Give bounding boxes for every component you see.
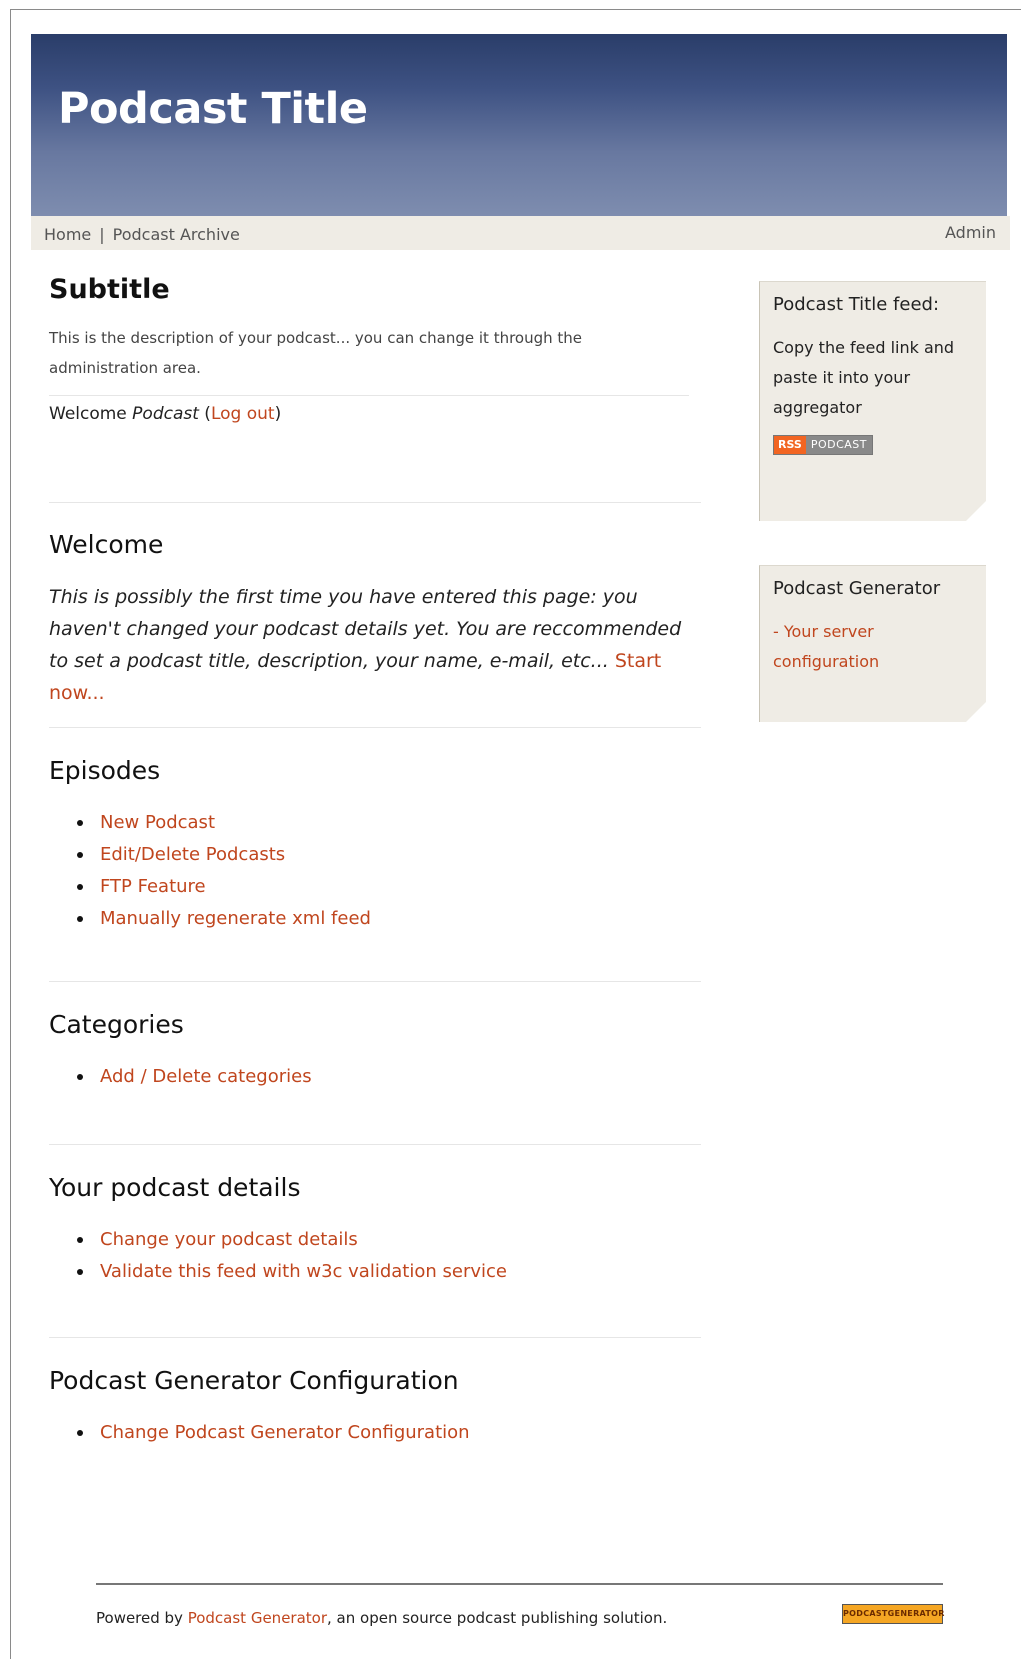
episodes-heading: Episodes <box>49 756 161 785</box>
welcome-section: Welcome This is possibly the first time … <box>49 503 701 728</box>
welcome-line: Welcome Podcast (Log out) <box>49 396 701 424</box>
podcast-generator-badge[interactable]: PODCASTGENERATOR <box>842 1604 944 1624</box>
podcast-title[interactable]: Podcast Title <box>58 84 368 134</box>
server-config-link[interactable]: - Your server configuration <box>773 617 973 677</box>
details-list: Change your podcast details Validate thi… <box>49 1224 701 1288</box>
logout-link[interactable]: Log out <box>211 404 275 424</box>
generator-box: Podcast Generator - Your server configur… <box>759 565 986 722</box>
welcome-text: This is possibly the first time you have… <box>49 581 701 709</box>
change-podcast-details-link[interactable]: Change your podcast details <box>77 1224 701 1256</box>
edit-delete-podcasts-link[interactable]: Edit/Delete Podcasts <box>77 839 701 871</box>
site-footer: Powered by Podcast Generator, an open so… <box>96 1583 944 1627</box>
feed-box: Podcast Title feed: Copy the feed link a… <box>759 281 986 521</box>
add-delete-categories-link[interactable]: Add / Delete categories <box>77 1061 701 1093</box>
podcast-generator-link[interactable]: Podcast Generator <box>188 1609 327 1627</box>
regenerate-xml-feed-link[interactable]: Manually regenerate xml feed <box>77 903 701 935</box>
details-section: Your podcast details Change your podcast… <box>49 1145 701 1338</box>
config-heading: Podcast Generator Configuration <box>49 1366 459 1395</box>
new-podcast-link[interactable]: New Podcast <box>77 807 701 839</box>
logout-open: ( <box>198 404 211 424</box>
episodes-list: New Podcast Edit/Delete Podcasts FTP Fea… <box>49 807 701 935</box>
page-subtitle: Subtitle <box>49 274 170 305</box>
ftp-feature-link[interactable]: FTP Feature <box>77 871 701 903</box>
welcome-prefix: Welcome <box>49 404 133 424</box>
site-header: Podcast Title <box>31 34 1007 216</box>
rss-podcast-badge[interactable]: RSS PODCAST <box>773 435 873 455</box>
logout-close: ) <box>274 404 282 424</box>
categories-list: Add / Delete categories <box>49 1061 701 1093</box>
nav-bar: Home | Podcast Archive Admin <box>31 216 1010 250</box>
page-frame-top <box>10 9 1021 10</box>
intro-section: Subtitle This is the description of your… <box>49 270 701 503</box>
episodes-section: Episodes New Podcast Edit/Delete Podcast… <box>49 728 701 982</box>
footer-prefix: Powered by <box>96 1609 188 1627</box>
config-section: Podcast Generator Configuration Change P… <box>49 1338 701 1458</box>
footer-text: Powered by Podcast Generator, an open so… <box>96 1609 667 1627</box>
welcome-message: This is possibly the first time you have… <box>49 586 682 672</box>
config-list: Change Podcast Generator Configuration <box>49 1417 701 1449</box>
page-frame-left <box>10 9 11 1659</box>
categories-section: Categories Add / Delete categories <box>49 982 701 1145</box>
welcome-user: Podcast <box>132 404 199 424</box>
nav-archive-link[interactable]: Podcast Archive <box>113 225 240 244</box>
feed-box-text: Copy the feed link and paste it into you… <box>773 338 955 417</box>
generator-box-title: Podcast Generator <box>773 578 941 599</box>
categories-heading: Categories <box>49 1010 184 1039</box>
change-generator-config-link[interactable]: Change Podcast Generator Configuration <box>77 1417 701 1449</box>
podcast-label: PODCAST <box>805 436 872 454</box>
nav-separator: | <box>99 225 105 244</box>
details-heading: Your podcast details <box>49 1173 301 1202</box>
welcome-heading: Welcome <box>49 530 164 559</box>
main-content: Subtitle This is the description of your… <box>49 270 701 1458</box>
nav-admin-link[interactable]: Admin <box>945 223 996 242</box>
podcast-description: This is the description of your podcast.… <box>49 323 689 396</box>
rss-label: RSS <box>774 436 806 454</box>
nav-home-link[interactable]: Home <box>44 225 91 244</box>
validate-feed-link[interactable]: Validate this feed with w3c validation s… <box>77 1256 701 1288</box>
feed-box-title: Podcast Title feed: <box>773 294 940 315</box>
footer-suffix: , an open source podcast publishing solu… <box>327 1609 668 1627</box>
